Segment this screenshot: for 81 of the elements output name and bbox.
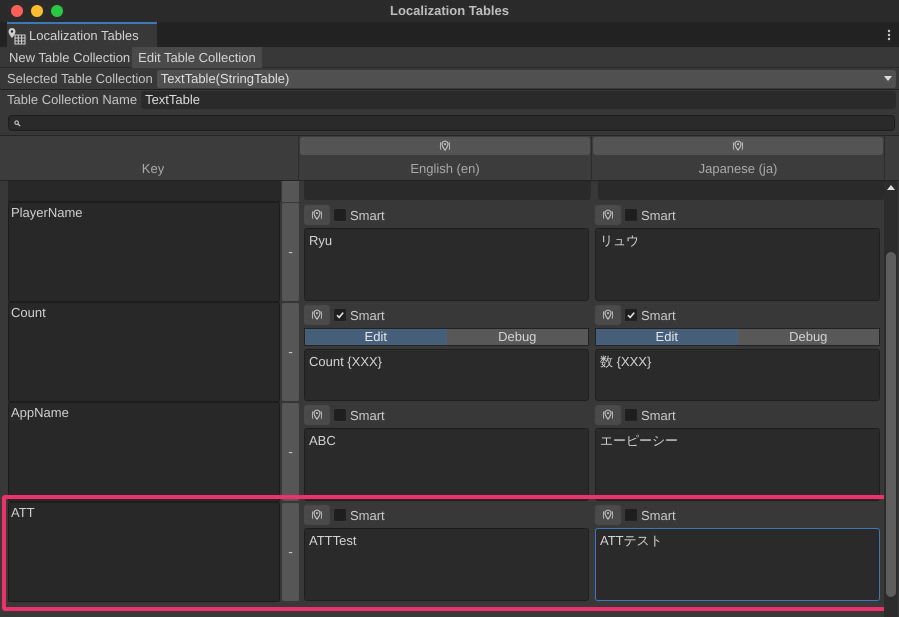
localization-table-icon bbox=[7, 26, 27, 44]
translation-field[interactable]: ABC bbox=[304, 428, 589, 501]
smart-label: Smart bbox=[641, 307, 676, 326]
smart-checkbox[interactable] bbox=[624, 508, 638, 522]
smart-checkbox[interactable] bbox=[624, 308, 638, 322]
key-field[interactable] bbox=[8, 181, 281, 202]
check-icon bbox=[626, 310, 636, 320]
mode-tab[interactable]: Edit bbox=[305, 329, 446, 345]
search-icon bbox=[14, 120, 21, 126]
pin-icon bbox=[602, 409, 614, 421]
mode-tab[interactable]: Debug bbox=[446, 329, 588, 345]
check-icon bbox=[335, 310, 345, 320]
key-field[interactable]: AppName bbox=[8, 402, 280, 502]
key-field[interactable]: PlayerName bbox=[8, 202, 280, 302]
minimize-button[interactable] bbox=[31, 5, 43, 17]
smart-checkbox[interactable] bbox=[624, 208, 638, 222]
column-header: Key bbox=[8, 136, 299, 180]
pin-icon bbox=[602, 209, 614, 221]
remove-entry-button[interactable]: - bbox=[282, 303, 299, 401]
translation-field[interactable]: エーピーシー bbox=[595, 428, 880, 501]
smart-checkbox[interactable] bbox=[333, 408, 347, 422]
collection-mode-tab[interactable]: New Table Collection bbox=[7, 47, 132, 68]
mode-tab[interactable]: Edit bbox=[596, 329, 738, 345]
translation-field[interactable]: Count {XXX} bbox=[304, 349, 589, 401]
pin-icon bbox=[311, 509, 323, 521]
translation-field[interactable]: 数 {XXX} bbox=[595, 349, 880, 401]
scroll-up-icon[interactable] bbox=[887, 184, 895, 190]
maximize-button[interactable] bbox=[51, 5, 63, 17]
panel-tab[interactable]: Localization Tables bbox=[7, 22, 157, 47]
collection-mode-tab[interactable]: Edit Table Collection bbox=[132, 47, 262, 68]
translation-field[interactable]: リュウ bbox=[595, 228, 880, 301]
key-field[interactable]: ATT bbox=[8, 502, 280, 602]
column-header: English (en) bbox=[409, 160, 481, 178]
pin-icon bbox=[311, 409, 323, 421]
pin-icon bbox=[602, 309, 614, 321]
field-label: Table Collection Name bbox=[7, 91, 138, 110]
smart-label: Smart bbox=[350, 207, 385, 226]
locale-metadata-button[interactable] bbox=[304, 305, 330, 325]
pin-icon bbox=[311, 209, 323, 221]
translation-field[interactable]: ATTテスト bbox=[595, 528, 880, 601]
scrollbar-thumb[interactable] bbox=[886, 252, 896, 597]
translation-field[interactable]: Ryu bbox=[304, 228, 589, 301]
pin-icon bbox=[732, 140, 744, 152]
vertical-scrollbar[interactable] bbox=[884, 181, 898, 617]
remove-entry-button[interactable]: - bbox=[282, 203, 299, 301]
pin-icon bbox=[602, 509, 614, 521]
locale-metadata-button[interactable] bbox=[595, 405, 621, 425]
remove-entry-button[interactable]: - bbox=[282, 503, 299, 601]
smart-label: Smart bbox=[350, 507, 385, 526]
smart-label: Smart bbox=[641, 507, 676, 526]
smart-checkbox[interactable] bbox=[333, 308, 347, 322]
smart-label: Smart bbox=[350, 307, 385, 326]
translation-field[interactable]: ATTTest bbox=[304, 528, 589, 601]
translation-field[interactable] bbox=[304, 181, 592, 200]
locale-metadata-button[interactable] bbox=[595, 505, 621, 525]
smart-label: Smart bbox=[641, 207, 676, 226]
locale-metadata-button[interactable] bbox=[595, 305, 621, 325]
mode-tab[interactable]: Debug bbox=[738, 329, 879, 345]
locale-metadata-button[interactable] bbox=[304, 205, 330, 225]
pin-icon bbox=[439, 140, 451, 152]
locale-metadata-button[interactable] bbox=[304, 505, 330, 525]
smart-label: Smart bbox=[641, 407, 676, 426]
name-field[interactable]: TextTable bbox=[141, 91, 896, 109]
table-collection-dropdown[interactable]: TextTable(StringTable) bbox=[156, 70, 896, 88]
key-field[interactable]: Count bbox=[8, 302, 280, 402]
close-button[interactable] bbox=[11, 5, 23, 17]
smart-label: Smart bbox=[350, 407, 385, 426]
translation-field[interactable] bbox=[598, 181, 884, 200]
locale-metadata-button[interactable] bbox=[595, 205, 621, 225]
more-options-icon[interactable] bbox=[887, 29, 891, 41]
search-field[interactable] bbox=[8, 115, 895, 131]
field-label: Selected Table Collection bbox=[7, 70, 153, 88]
smart-checkbox[interactable] bbox=[624, 408, 638, 422]
smart-checkbox[interactable] bbox=[333, 508, 347, 522]
locale-metadata-button[interactable] bbox=[304, 405, 330, 425]
dropdown-caret-icon bbox=[884, 76, 892, 82]
smart-checkbox[interactable] bbox=[333, 208, 347, 222]
remove-entry-button[interactable]: - bbox=[282, 403, 299, 501]
window-title: Localization Tables bbox=[390, 2, 509, 20]
pin-icon bbox=[311, 309, 323, 321]
column-header: Japanese (ja) bbox=[698, 160, 778, 178]
